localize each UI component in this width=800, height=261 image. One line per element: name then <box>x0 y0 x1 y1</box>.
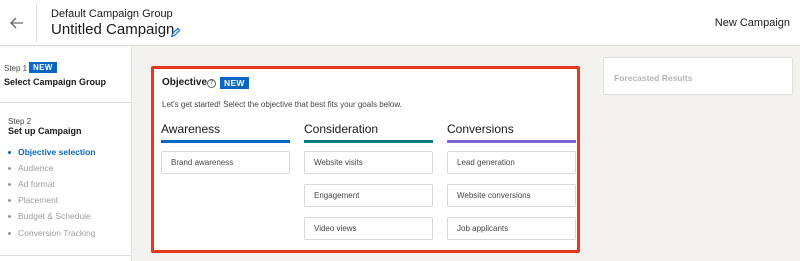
option-job-applicants[interactable]: Job applicants <box>447 217 576 240</box>
substep-label: Objective selection <box>18 147 96 157</box>
substep-label: Budget & Schedule <box>18 211 91 221</box>
step-1-label: Step 1 <box>4 64 28 73</box>
option-lead-generation[interactable]: Lead generation <box>447 151 576 174</box>
bullet <box>8 198 11 202</box>
step-1-title: Select Campaign Group <box>4 77 107 87</box>
new-campaign-button[interactable]: New Campaign <box>715 17 790 29</box>
substep-label: Ad format <box>18 179 55 189</box>
substep-objective-selection[interactable]: Objective selection <box>8 147 95 157</box>
option-engagement[interactable]: Engagement <box>304 184 433 207</box>
sidebar-divider <box>0 255 132 256</box>
campaign-name: Untitled Campaign <box>51 21 175 38</box>
substep-audience[interactable]: Audience <box>8 163 53 173</box>
consideration-color-bar <box>304 140 433 143</box>
step-1[interactable]: Step 1 NEW Select Campaign Group <box>0 47 132 103</box>
substep-label: Audience <box>18 163 54 173</box>
back-button[interactable] <box>0 0 34 46</box>
conversions-heading: Conversions <box>447 122 514 136</box>
option-brand-awareness[interactable]: Brand awareness <box>161 151 290 174</box>
consideration-heading: Consideration <box>304 122 379 136</box>
forecasted-results-card: Forecasted Results <box>603 57 793 95</box>
substep-placement[interactable]: Placement <box>8 195 58 205</box>
bullet <box>8 182 11 186</box>
edit-campaign-name-button[interactable] <box>170 25 183 38</box>
option-website-conversions[interactable]: Website conversions <box>447 184 576 207</box>
substep-label: Placement <box>18 195 59 205</box>
step-2-label: Step 2 <box>8 117 32 126</box>
new-badge: NEW <box>29 62 57 73</box>
step-2-title: Set up Campaign <box>8 126 82 136</box>
option-website-visits[interactable]: Website visits <box>304 151 433 174</box>
bullet <box>8 214 11 218</box>
forecasted-results-title: Forecasted Results <box>614 73 693 83</box>
campaign-group-name: Default Campaign Group <box>51 8 173 20</box>
substep-budget-schedule[interactable]: Budget & Schedule <box>8 211 91 221</box>
bullet <box>8 150 11 154</box>
pencil-icon <box>171 27 181 38</box>
option-video-views[interactable]: Video views <box>304 217 433 240</box>
arrow-left-icon <box>10 17 23 29</box>
question-circle-icon[interactable]: ? <box>207 79 216 88</box>
awareness-color-bar <box>161 140 290 143</box>
substep-label: Conversion Tracking <box>18 228 96 238</box>
substep-conversion-tracking[interactable]: Conversion Tracking <box>8 228 95 238</box>
bullet <box>8 166 11 170</box>
conversions-color-bar <box>447 140 576 143</box>
objective-subtitle: Let's get started! Select the objective … <box>162 100 402 109</box>
bullet <box>8 231 11 235</box>
top-header: Default Campaign Group Untitled Campaign… <box>0 0 800 46</box>
objective-card: Objective ? NEW Let's get started! Selec… <box>151 66 580 253</box>
header-divider <box>36 4 37 42</box>
substep-ad-format[interactable]: Ad format <box>8 179 55 189</box>
objective-title: Objective <box>162 77 208 88</box>
objective-new-badge: NEW <box>220 77 249 89</box>
steps-sidebar: Step 1 NEW Select Campaign Group Step 2 … <box>0 47 132 261</box>
awareness-heading: Awareness <box>161 122 221 136</box>
